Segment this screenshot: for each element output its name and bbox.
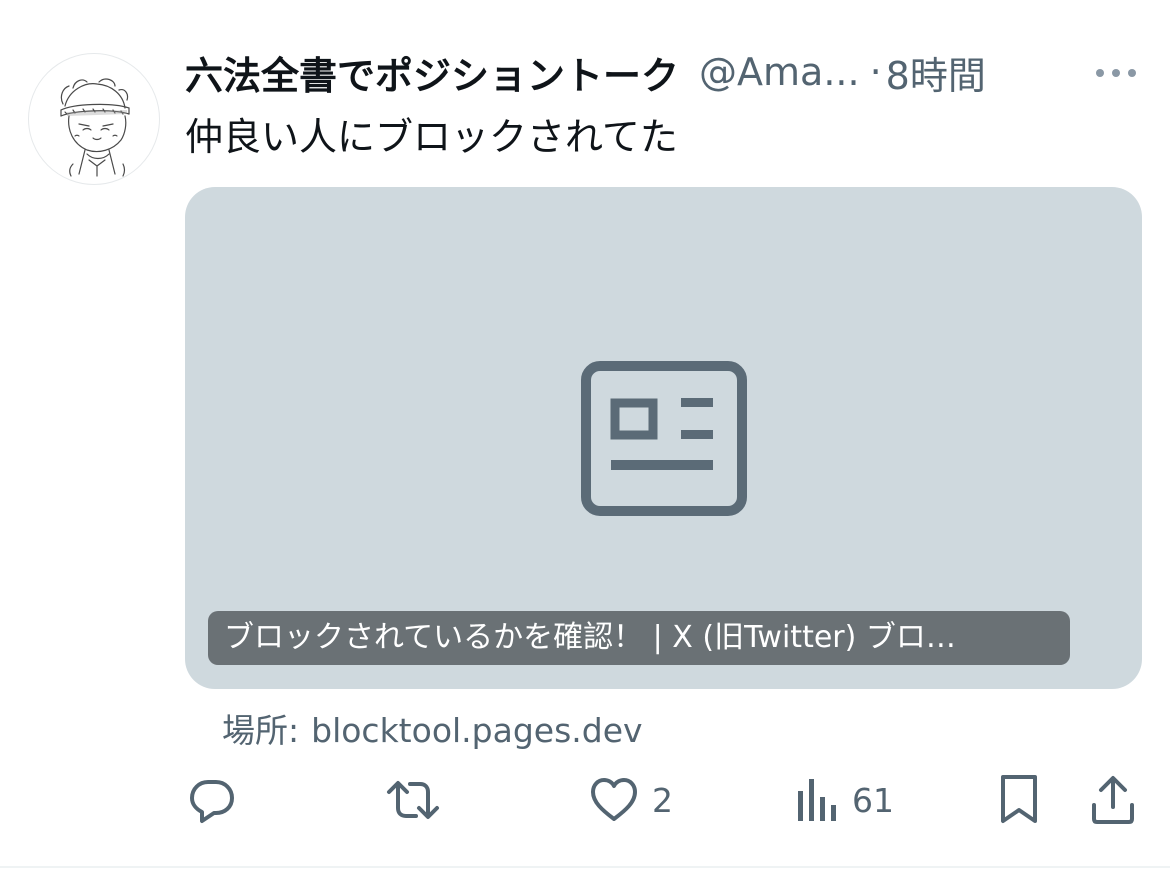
- source-domain[interactable]: blocktool.pages.dev: [311, 711, 642, 750]
- share-button[interactable]: [1090, 770, 1136, 830]
- tweet-divider: [0, 866, 1170, 868]
- tweet-header: 六法全書でポジショントーク @Ama... · 8時間: [185, 46, 1145, 98]
- views-button[interactable]: 61: [796, 770, 894, 830]
- more-horizontal-icon: [1096, 69, 1136, 77]
- user-handle[interactable]: @Ama...: [699, 50, 860, 94]
- views-chart-icon: [798, 779, 836, 821]
- bookmark-icon: [1001, 775, 1037, 823]
- share-icon: [1092, 776, 1134, 824]
- retweet-icon: [387, 781, 439, 819]
- reply-button[interactable]: [188, 770, 236, 830]
- card-source[interactable]: 場所: blocktool.pages.dev: [222, 704, 643, 752]
- retweet-button[interactable]: [386, 770, 440, 830]
- avatar-illustration: [60, 78, 130, 177]
- tweet-text: 仲良い人にブロックされてた: [185, 115, 678, 159]
- source-prefix: 場所:: [222, 711, 300, 750]
- display-name[interactable]: 六法全書でポジショントーク: [185, 45, 679, 100]
- timestamp[interactable]: 8時間: [886, 45, 986, 100]
- bookmark-button[interactable]: [998, 770, 1040, 830]
- article-card-icon: [581, 361, 747, 516]
- reply-icon: [190, 780, 234, 823]
- avatar[interactable]: [28, 53, 160, 185]
- separator-dot: ·: [869, 50, 882, 94]
- views-count: 61: [852, 780, 894, 820]
- tweet[interactable]: 六法全書でポジショントーク @Ama... · 8時間 仲良い人にブロックされて…: [0, 0, 1170, 868]
- heart-icon: [591, 778, 637, 821]
- like-button[interactable]: 2: [590, 770, 673, 830]
- more-options-button[interactable]: [1094, 60, 1138, 86]
- like-count: 2: [652, 780, 673, 820]
- link-card[interactable]: ブロックされているかを確認！ | X (旧Twitter) ブロ…: [185, 187, 1142, 689]
- card-title: ブロックされているかを確認！ | X (旧Twitter) ブロ…: [208, 611, 1070, 665]
- action-bar: 2 61: [0, 770, 1170, 830]
